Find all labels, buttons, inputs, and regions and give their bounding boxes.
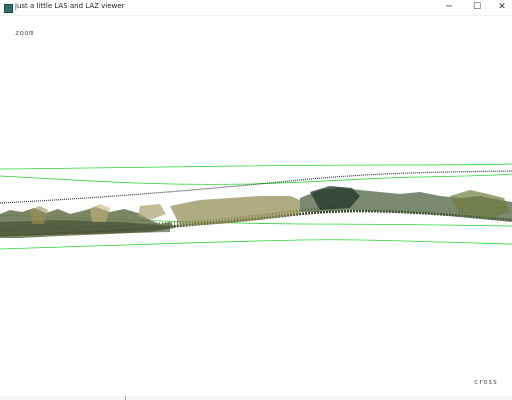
zoom-mode-label: zoom [15, 29, 34, 37]
cross-mode-label: cross [474, 378, 498, 386]
point-cloud-render [0, 163, 512, 250]
status-tick [125, 396, 126, 400]
point-cloud-vegetation [0, 186, 512, 238]
status-strip [0, 396, 512, 400]
